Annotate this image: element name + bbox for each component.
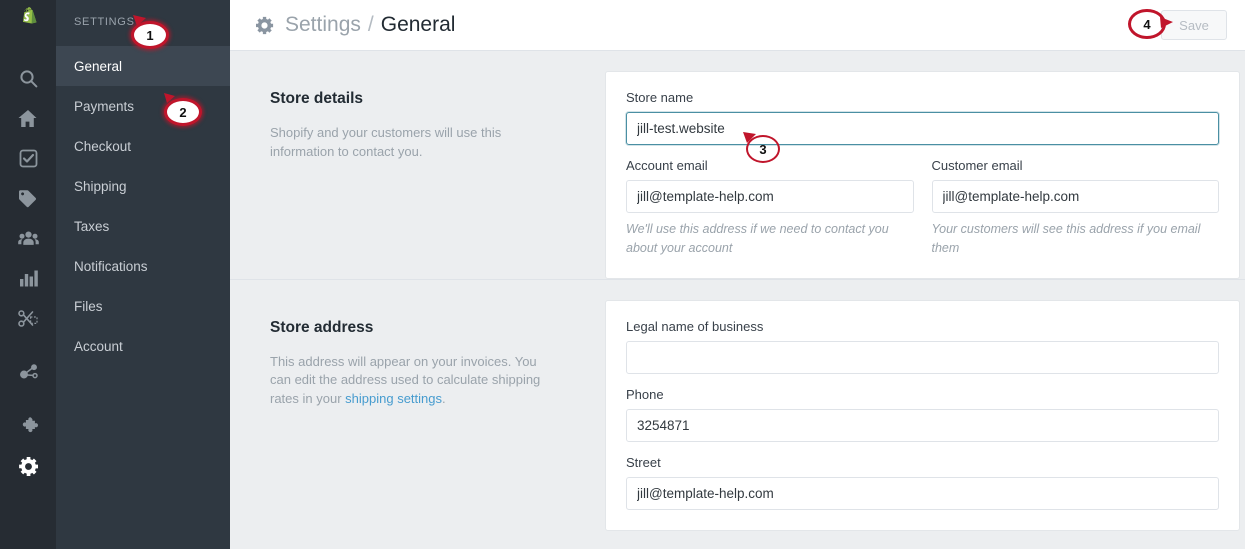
store-address-description: This address will appear on your invoice…	[270, 353, 557, 410]
legal-name-field: Legal name of business	[626, 319, 1219, 374]
annotation-1-pointer	[133, 15, 146, 26]
account-email-help: We'll use this address if we need to con…	[626, 222, 889, 255]
sidebar-item-label: Notifications	[74, 258, 148, 274]
legal-name-label: Legal name of business	[626, 318, 764, 334]
apps-puzzle-icon[interactable]	[0, 406, 56, 446]
account-email-input[interactable]	[626, 180, 914, 213]
store-details-card: Store name Account email We'll use this …	[605, 71, 1240, 279]
global-icon-rail	[0, 0, 56, 549]
store-details-title: Store details	[270, 90, 364, 107]
customers-icon[interactable]	[0, 218, 56, 258]
store-address-description-end: .	[442, 391, 446, 407]
customer-email-input[interactable]	[931, 180, 1219, 213]
customer-email-label: Customer email	[931, 158, 1023, 173]
annotation-3-pointer	[743, 132, 756, 143]
gear-icon	[255, 16, 274, 35]
sidebar-item-general[interactable]: General	[56, 46, 230, 86]
phone-input[interactable]	[626, 408, 1219, 442]
store-address-card: Legal name of business Phone Street	[605, 299, 1240, 531]
sidebar-item-label: Files	[74, 298, 103, 314]
page-title: General	[380, 13, 456, 36]
store-address-info: Store address This address will appear o…	[230, 300, 605, 531]
sales-channels-icon[interactable]	[0, 352, 56, 392]
sidebar-item-checkout[interactable]: Checkout	[56, 126, 230, 166]
search-icon[interactable]	[0, 58, 56, 98]
shipping-settings-link[interactable]: shipping settings	[345, 391, 442, 406]
settings-gear-icon[interactable]	[0, 446, 56, 486]
sidebar-item-account[interactable]: Account	[56, 326, 230, 366]
street-field: Street	[626, 455, 1219, 510]
annotation-2-pointer	[164, 93, 175, 103]
phone-label: Phone	[626, 386, 664, 402]
store-details-description: Shopify and your customers will use this…	[270, 125, 502, 159]
sidebar-item-label: Account	[74, 338, 123, 354]
home-icon[interactable]	[0, 98, 56, 138]
sidebar-item-notifications[interactable]: Notifications	[56, 246, 230, 286]
page-topbar: Settings / General Save	[230, 0, 1245, 51]
sidebar-item-files[interactable]: Files	[56, 286, 230, 326]
sidebar-item-label: Taxes	[74, 218, 110, 234]
street-label: Street	[626, 454, 661, 470]
sidebar-item-payments[interactable]: Payments	[56, 86, 230, 126]
settings-sidebar: SETTINGS General Payments Checkout Shipp…	[56, 0, 230, 549]
sidebar-item-taxes[interactable]: Taxes	[56, 206, 230, 246]
main-area: Settings / General Save Store details Sh…	[230, 0, 1245, 549]
store-name-field: Store name	[626, 90, 1219, 145]
store-name-input[interactable]	[626, 112, 1219, 145]
customer-email-field: Customer email Your customers will see t…	[931, 158, 1219, 258]
store-details-section: Store details Shopify and your customers…	[230, 51, 1245, 279]
sidebar-item-shipping[interactable]: Shipping	[56, 166, 230, 206]
store-address-section: Store address This address will appear o…	[230, 278, 1245, 531]
breadcrumb-separator: /	[367, 13, 374, 36]
email-fields-row: Account email We'll use this address if …	[626, 158, 1219, 258]
app-window: SETTINGS General Payments Checkout Shipp…	[0, 0, 1245, 549]
orders-icon[interactable]	[0, 138, 56, 178]
phone-field: Phone	[626, 387, 1219, 442]
products-tag-icon[interactable]	[0, 178, 56, 218]
store-details-info: Store details Shopify and your customers…	[230, 71, 605, 279]
legal-name-input[interactable]	[626, 340, 1219, 374]
store-name-label: Store name	[626, 90, 694, 105]
store-address-title: Store address	[270, 318, 374, 336]
customer-email-help: Your customers will see this address if …	[931, 222, 1201, 255]
sidebar-item-label: Payments	[74, 98, 135, 114]
street-input[interactable]	[626, 476, 1219, 510]
settings-content: Store details Shopify and your customers…	[230, 51, 1245, 549]
sidebar-item-label: Shipping	[74, 178, 127, 194]
annotation-4-pointer	[1160, 17, 1173, 28]
account-email-field: Account email We'll use this address if …	[626, 158, 914, 258]
breadcrumb-parent[interactable]: Settings	[285, 13, 361, 37]
sidebar-item-label: Checkout	[74, 138, 132, 154]
sidebar-item-label: General	[74, 58, 123, 74]
reports-bar-chart-icon[interactable]	[0, 258, 56, 298]
discounts-scissors-icon[interactable]	[0, 298, 56, 338]
shopify-logo[interactable]	[0, 0, 56, 44]
